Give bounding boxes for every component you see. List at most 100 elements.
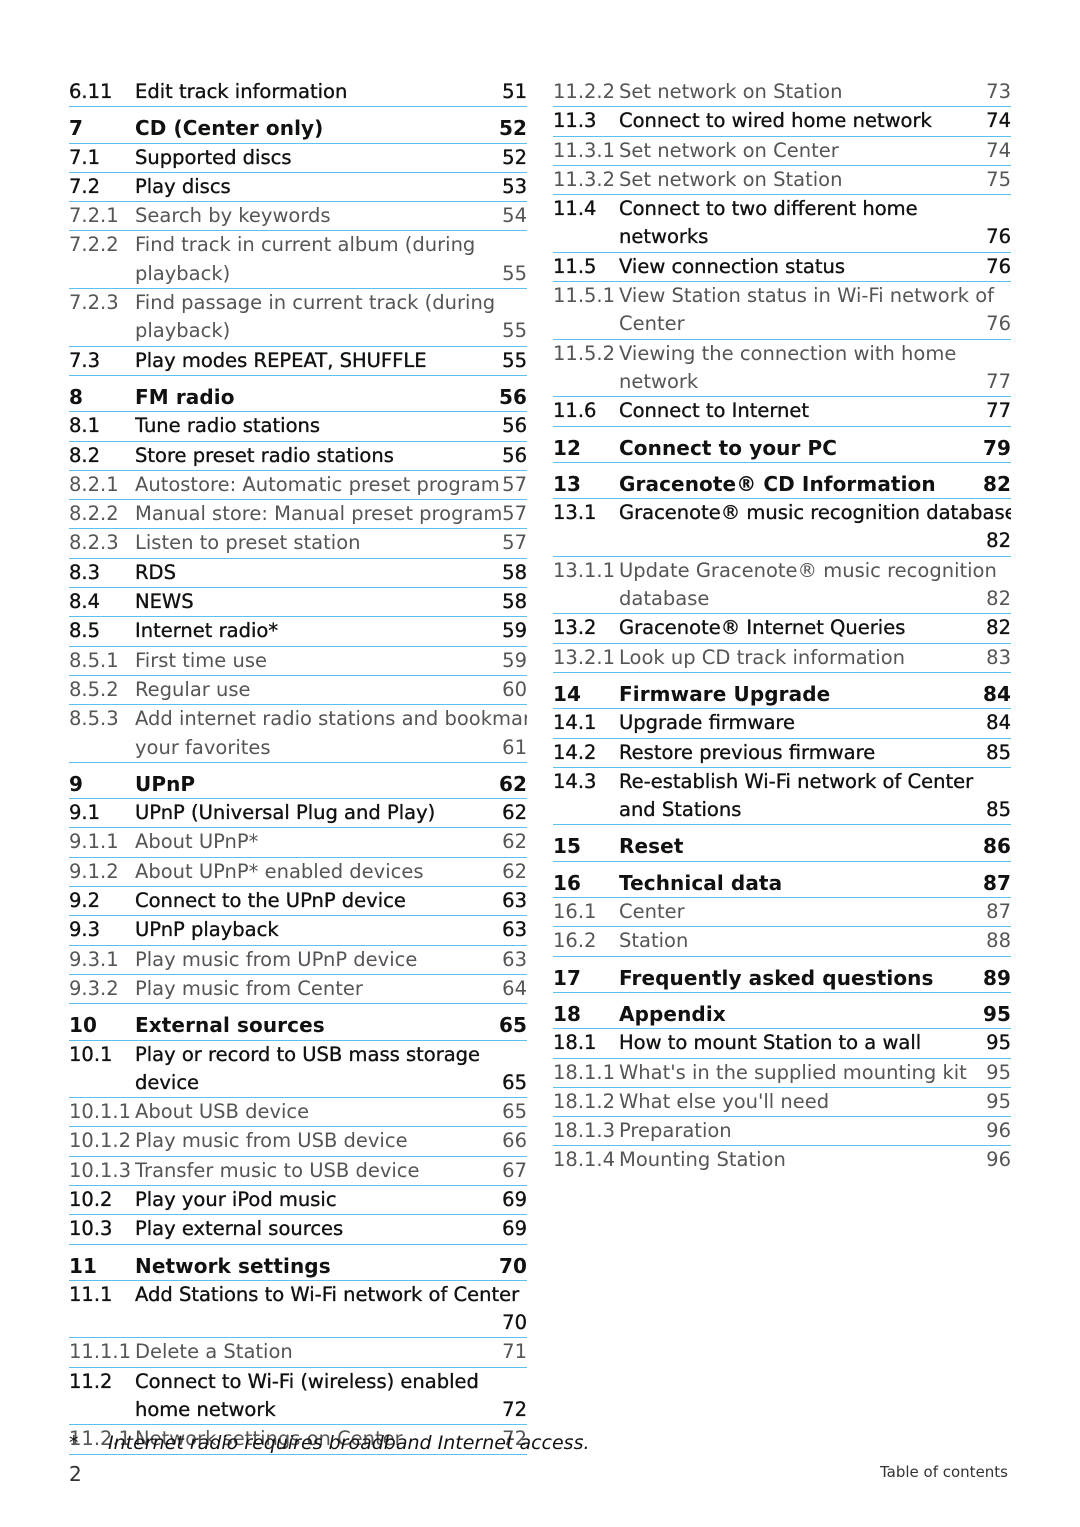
toc-entry-page[interactable]: 69 bbox=[502, 1215, 527, 1243]
toc-entry-page[interactable]: 79 bbox=[983, 434, 1011, 462]
toc-entry-page[interactable]: 88 bbox=[986, 927, 1011, 955]
toc-entry-chapter[interactable]: 18 Appendix 95 bbox=[553, 1000, 1011, 1030]
toc-entry-title[interactable]: About UPnP* enabled devices bbox=[135, 858, 502, 886]
toc-entry-section[interactable]: 11.1 Add Stations to Wi-Fi network of Cen… bbox=[69, 1281, 527, 1339]
toc-entry-page[interactable]: 59 bbox=[502, 647, 527, 675]
toc-entry-page[interactable]: 87 bbox=[986, 898, 1011, 926]
toc-entry-title[interactable]: networks bbox=[619, 223, 986, 251]
toc-entry-title[interactable]: View connection status bbox=[619, 253, 986, 281]
toc-entry-chapter[interactable]: 8 FM radio 56 bbox=[69, 383, 527, 413]
toc-entry-sub[interactable]: 16.1 Center 87 bbox=[553, 898, 1011, 928]
toc-entry-page[interactable]: 62 bbox=[502, 828, 527, 856]
toc-entry-page[interactable]: 63 bbox=[502, 946, 527, 974]
toc-entry-title[interactable]: CD (Center only) bbox=[135, 114, 499, 142]
toc-entry-title[interactable]: Gracenote® Internet Queries bbox=[619, 614, 986, 642]
toc-entry-page[interactable]: 58 bbox=[502, 588, 527, 616]
toc-entry-title[interactable]: Play music from Center bbox=[135, 975, 502, 1003]
toc-entry-sub[interactable]: 13.2.1 Look up CD track information 83 bbox=[553, 644, 1011, 673]
toc-entry-title[interactable]: Viewing the connection with home bbox=[619, 340, 1011, 368]
toc-entry-title[interactable]: Add Stations to Wi-Fi network of Center bbox=[135, 1281, 527, 1309]
toc-entry-page[interactable]: 85 bbox=[986, 739, 1011, 767]
toc-entry-title[interactable]: Regular use bbox=[135, 676, 502, 704]
toc-entry-section[interactable]: 11.6 Connect to Internet 77 bbox=[553, 397, 1011, 427]
toc-entry-title[interactable]: Connect to two different home bbox=[619, 195, 1011, 223]
toc-entry-page[interactable]: 52 bbox=[502, 144, 527, 172]
toc-entry-page[interactable]: 71 bbox=[502, 1338, 527, 1366]
toc-entry-page[interactable]: 89 bbox=[983, 964, 1011, 992]
toc-entry-page[interactable]: 57 bbox=[502, 471, 527, 499]
toc-entry-sub[interactable]: 8.2.2 Manual store: Manual preset program… bbox=[69, 500, 527, 530]
toc-entry-title[interactable]: Firmware Upgrade bbox=[619, 680, 983, 708]
toc-entry-title[interactable]: Gracenote® CD Information bbox=[619, 470, 983, 498]
toc-entry-page[interactable]: 82 bbox=[986, 614, 1011, 642]
toc-entry-title[interactable]: About USB device bbox=[135, 1098, 502, 1126]
toc-entry-sub[interactable]: 8.5.2 Regular use 60 bbox=[69, 676, 527, 706]
toc-entry-sub[interactable]: 11.5.2 Viewing the connection with home ne… bbox=[553, 340, 1011, 398]
toc-entry-sub[interactable]: 11.5.1 View Station status in Wi-Fi netwo… bbox=[553, 282, 1011, 340]
toc-entry-title[interactable]: and Stations bbox=[619, 796, 986, 824]
toc-entry-section[interactable]: 14.3 Re-establish Wi-Fi network of Center… bbox=[553, 768, 1011, 826]
toc-entry-sub[interactable]: 10.1.2 Play music from USB device 66 bbox=[69, 1127, 527, 1157]
toc-entry-page[interactable]: 73 bbox=[986, 78, 1011, 106]
toc-entry-chapter[interactable]: 13 Gracenote® CD Information 82 bbox=[553, 470, 1011, 500]
toc-entry-section[interactable]: 10.1 Play or record to USB mass storage de… bbox=[69, 1041, 527, 1099]
toc-entry-sub[interactable]: 11.3.2 Set network on Station 75 bbox=[553, 166, 1011, 196]
toc-entry-title[interactable]: Tune radio stations bbox=[135, 412, 502, 440]
toc-entry-page[interactable]: 63 bbox=[502, 887, 527, 915]
toc-entry-sub[interactable]: 18.1.4 Mounting Station 96 bbox=[553, 1146, 1011, 1174]
toc-entry-title[interactable]: Listen to preset station bbox=[135, 529, 502, 557]
toc-entry-section[interactable]: 11.4 Connect to two different home network… bbox=[553, 195, 1011, 253]
toc-entry-title[interactable]: playback) bbox=[135, 317, 502, 345]
toc-entry-title[interactable]: Delete a Station bbox=[135, 1338, 502, 1366]
toc-entry-sub[interactable]: 11.2.2 Set network on Station 73 bbox=[553, 78, 1011, 108]
toc-entry-sub[interactable]: 16.2 Station 88 bbox=[553, 927, 1011, 957]
toc-entry-page[interactable]: 69 bbox=[502, 1186, 527, 1214]
toc-entry-chapter[interactable]: 16 Technical data 87 bbox=[553, 869, 1011, 899]
toc-entry-section[interactable]: 9.2 Connect to the UPnP device 63 bbox=[69, 887, 527, 917]
toc-entry-page[interactable]: 65 bbox=[502, 1098, 527, 1126]
toc-entry-title[interactable]: playback) bbox=[135, 260, 502, 288]
toc-entry-page[interactable]: 56 bbox=[502, 442, 527, 470]
toc-entry-page[interactable]: 62 bbox=[499, 770, 527, 798]
toc-entry-section[interactable]: 14.2 Restore previous firmware 85 bbox=[553, 739, 1011, 768]
toc-entry-section[interactable]: 18.1 How to mount Station to a wall 95 bbox=[553, 1029, 1011, 1059]
toc-entry-page[interactable]: 65 bbox=[499, 1011, 527, 1039]
toc-entry-title[interactable]: Search by keywords bbox=[135, 202, 502, 230]
toc-entry-title[interactable]: Store preset radio stations bbox=[135, 442, 502, 470]
toc-entry-page[interactable]: 83 bbox=[986, 644, 1011, 672]
toc-entry-page[interactable]: 56 bbox=[502, 412, 527, 440]
toc-entry-page[interactable]: 60 bbox=[502, 676, 527, 704]
toc-entry-title[interactable]: Connect to your PC bbox=[619, 434, 983, 462]
toc-entry-page[interactable]: 95 bbox=[983, 1000, 1011, 1028]
toc-entry-page[interactable]: 74 bbox=[986, 137, 1011, 165]
toc-entry-title[interactable]: External sources bbox=[135, 1011, 499, 1039]
toc-entry-section[interactable]: 7.2 Play discs 53 bbox=[69, 173, 527, 203]
toc-entry-title[interactable]: How to mount Station to a wall bbox=[619, 1029, 986, 1057]
toc-entry-title[interactable]: Play music from UPnP device bbox=[135, 946, 502, 974]
toc-entry-chapter[interactable]: 9 UPnP 62 bbox=[69, 770, 527, 800]
toc-entry-title[interactable]: About UPnP* bbox=[135, 828, 502, 856]
toc-entry-title[interactable]: First time use bbox=[135, 647, 502, 675]
toc-entry-sub[interactable]: 9.1.2 About UPnP* enabled devices 62 bbox=[69, 858, 527, 888]
toc-entry-title[interactable]: Find passage in current track (during bbox=[135, 289, 527, 317]
toc-entry-sub[interactable]: 18.1.3 Preparation 96 bbox=[553, 1117, 1011, 1147]
toc-entry-page[interactable]: 96 bbox=[986, 1117, 1011, 1145]
toc-entry-title[interactable]: Connect to wired home network bbox=[619, 107, 986, 135]
toc-entry-sub[interactable]: 8.2.1 Autostore: Automatic preset program… bbox=[69, 471, 527, 501]
toc-entry-page[interactable]: 72 bbox=[502, 1396, 527, 1424]
toc-entry-title[interactable]: Center bbox=[619, 310, 986, 338]
toc-entry-title[interactable]: Frequently asked questions bbox=[619, 964, 983, 992]
toc-entry-title[interactable]: Station bbox=[619, 927, 986, 955]
toc-entry-page[interactable]: 54 bbox=[502, 202, 527, 230]
toc-entry-section[interactable]: 8.3 RDS 58 bbox=[69, 559, 527, 589]
toc-entry-title[interactable]: View Station status in Wi-Fi network of bbox=[619, 282, 1011, 310]
toc-entry-page[interactable]: 56 bbox=[499, 383, 527, 411]
toc-entry-page[interactable]: 95 bbox=[986, 1059, 1011, 1087]
toc-entry-sub[interactable]: 18.1.1 What's in the supplied mounting ki… bbox=[553, 1059, 1011, 1088]
toc-entry-title[interactable]: Internet radio* bbox=[135, 617, 502, 645]
toc-entry-section[interactable]: 10.3 Play external sources 69 bbox=[69, 1215, 527, 1245]
toc-entry-sub[interactable]: 9.3.1 Play music from UPnP device 63 bbox=[69, 946, 527, 975]
toc-entry-page[interactable]: 96 bbox=[986, 1146, 1011, 1174]
toc-entry-section[interactable]: 13.1 Gracenote® music recognition databas… bbox=[553, 499, 1011, 557]
toc-entry-section[interactable]: 11.5 View connection status 76 bbox=[553, 253, 1011, 283]
